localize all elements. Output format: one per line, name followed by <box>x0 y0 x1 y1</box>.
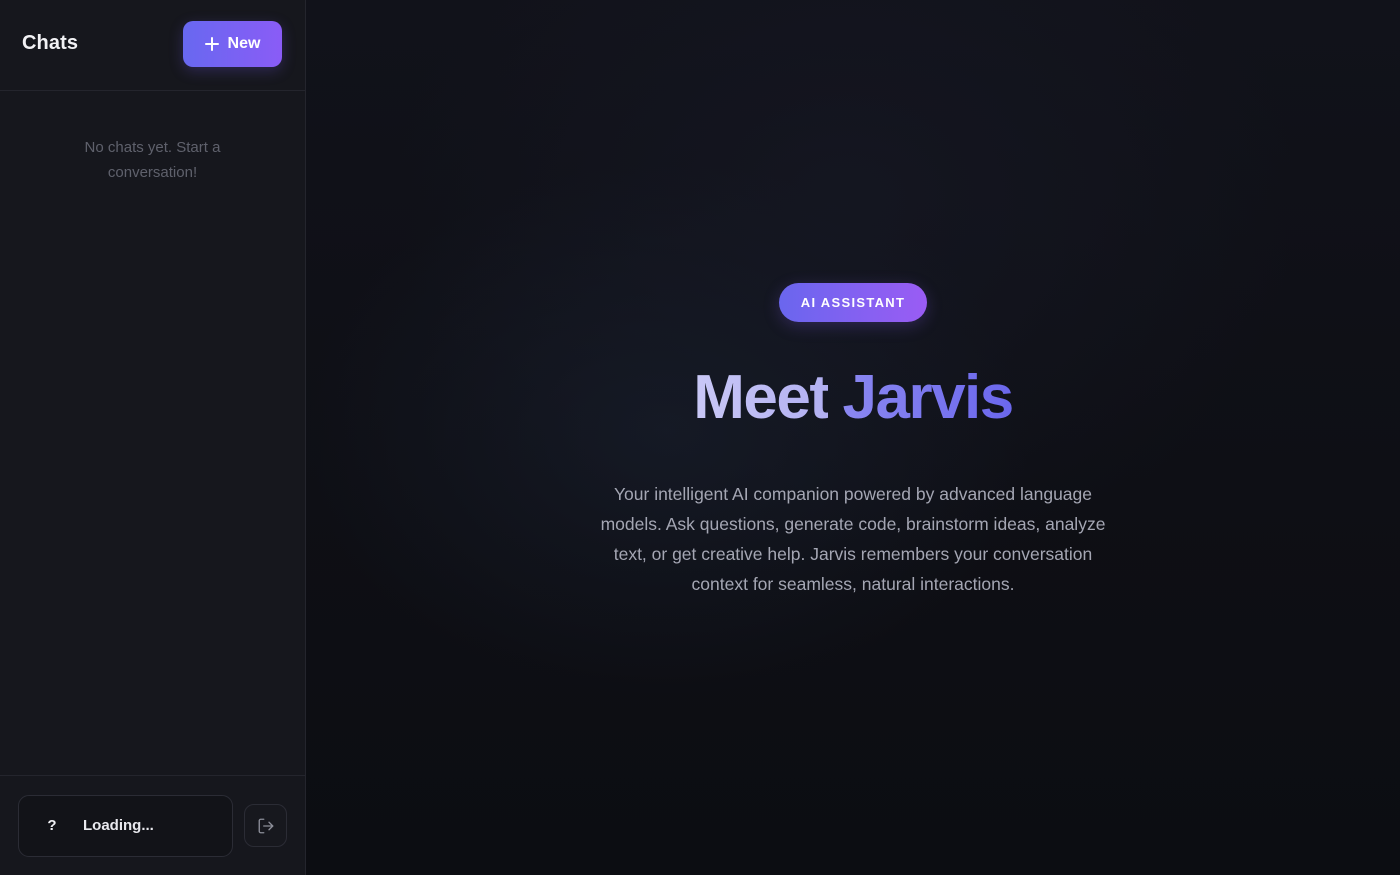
sidebar-footer: ? Loading... <box>0 775 305 875</box>
headline-jarvis: Jarvis <box>842 363 1014 432</box>
page-title: Meet Jarvis <box>693 363 1014 433</box>
chat-list: No chats yet. Start a conversation! <box>0 91 305 775</box>
sidebar-title: Chats <box>22 32 79 54</box>
sidebar-header: Chats New <box>0 0 305 91</box>
sidebar: Chats New No chats yet. Start a conversa… <box>0 0 306 875</box>
user-profile-card[interactable]: ? Loading... <box>18 794 233 857</box>
welcome-description: Your intelligent AI companion powered by… <box>600 484 1106 594</box>
headline-meet: Meet <box>693 363 830 432</box>
logout-button[interactable] <box>244 804 287 847</box>
new-chat-button[interactable]: New <box>183 21 282 67</box>
new-chat-button-label: New <box>227 35 261 52</box>
empty-chats-message: No chats yet. Start a conversation! <box>84 139 221 181</box>
main-panel: AI ASSISTANT Meet Jarvis Your intelligen… <box>306 0 1400 875</box>
app-root: Chats New No chats yet. Start a conversa… <box>0 0 1400 875</box>
plus-icon <box>204 37 219 51</box>
logout-icon <box>258 818 273 833</box>
ai-assistant-badge: AI ASSISTANT <box>778 283 928 322</box>
user-name: Loading... <box>83 817 154 834</box>
welcome-hero: AI ASSISTANT Meet Jarvis Your intelligen… <box>306 283 1400 599</box>
avatar: ? <box>47 817 57 834</box>
